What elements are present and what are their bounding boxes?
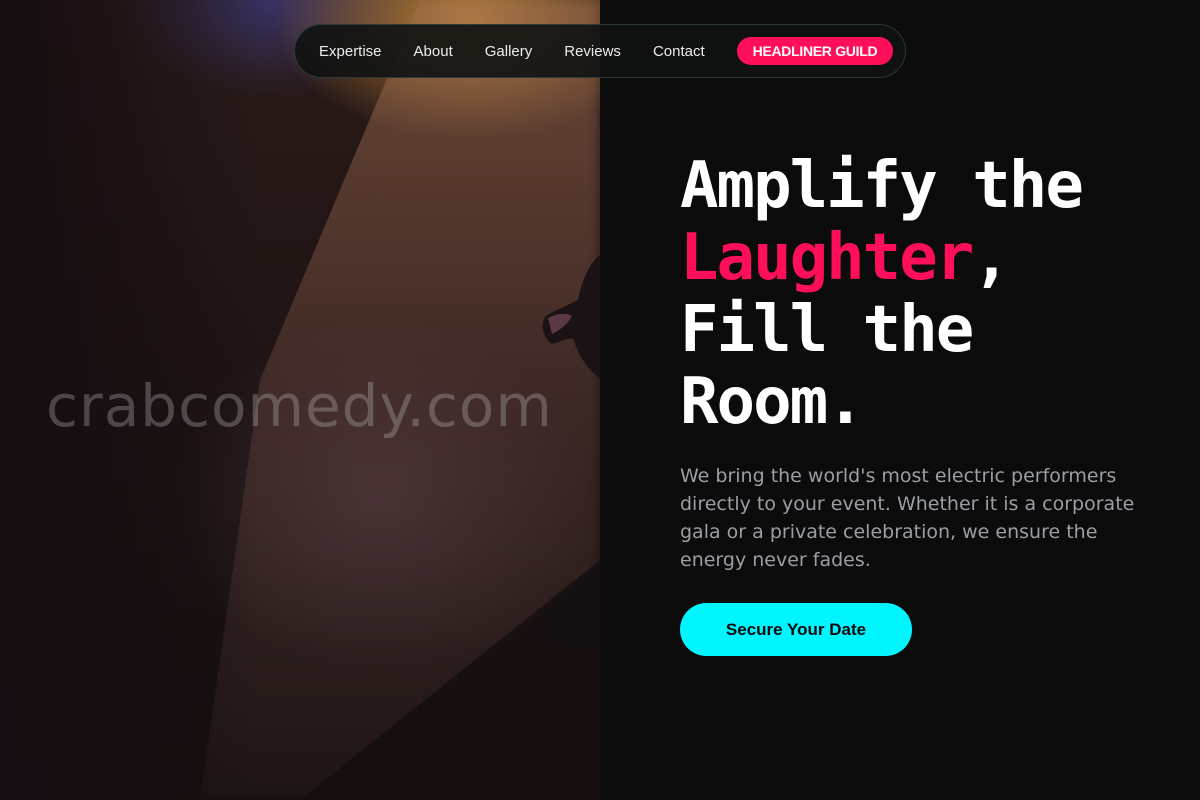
- heading-line-1: Amplify the: [680, 149, 1084, 223]
- top-navbar: Expertise About Gallery Reviews Contact …: [294, 24, 906, 78]
- heading-line-3: Fill the: [680, 293, 974, 367]
- hero-section: Amplify the Laughter, Fill the Room. We …: [680, 150, 1150, 656]
- hero-description: We bring the world's most electric perfo…: [680, 465, 1135, 571]
- nav-link-about[interactable]: About: [414, 43, 453, 60]
- nav-link-contact[interactable]: Contact: [653, 43, 705, 60]
- nav-link-expertise[interactable]: Expertise: [319, 43, 382, 60]
- nav-link-reviews[interactable]: Reviews: [564, 43, 621, 60]
- hero-heading: Amplify the Laughter, Fill the Room.: [680, 150, 1150, 438]
- watermark-text: crabcomedy.com: [46, 372, 553, 440]
- secure-your-date-button[interactable]: Secure Your Date: [680, 603, 912, 656]
- heading-accent-word: Laughter: [680, 221, 974, 295]
- heading-comma: ,: [972, 221, 1011, 295]
- nav-link-gallery[interactable]: Gallery: [485, 43, 533, 60]
- heading-line-4: Room.: [680, 365, 865, 439]
- headliner-guild-button[interactable]: HEADLINER GUILD: [736, 37, 894, 65]
- hero-photo: crabcomedy.com: [0, 0, 600, 800]
